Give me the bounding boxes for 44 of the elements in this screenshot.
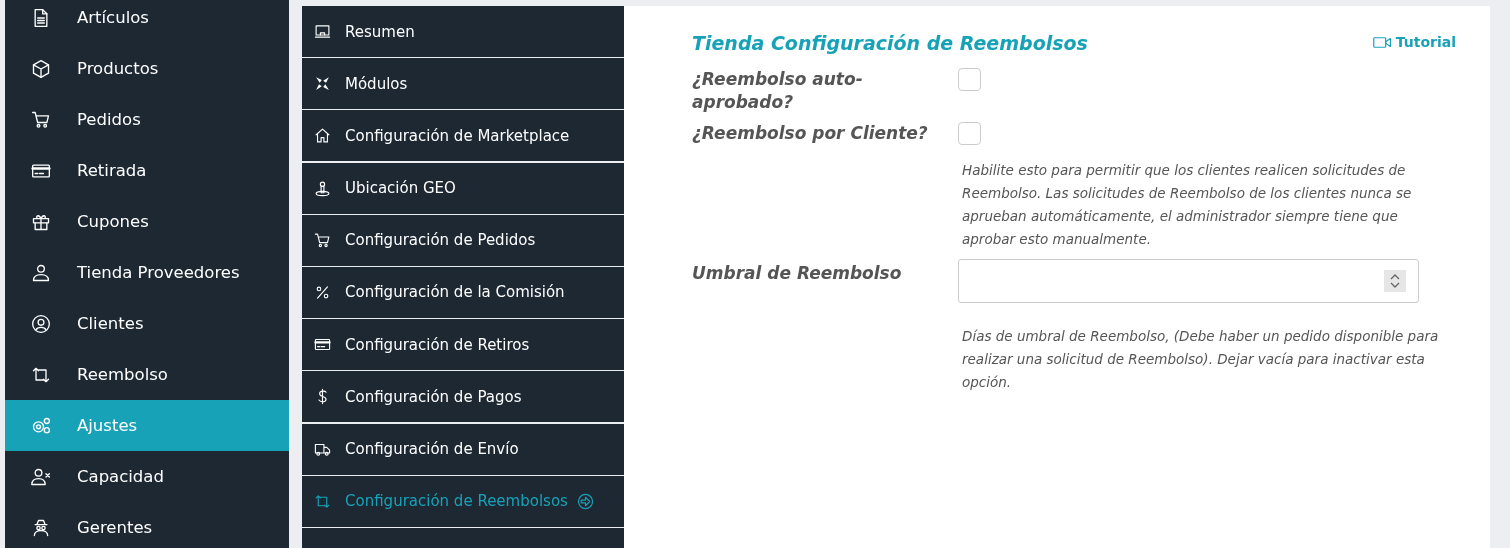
menu-item[interactable]: Módulos [302, 58, 624, 110]
sidebar-item[interactable]: Clientes [5, 298, 289, 349]
menu-item[interactable]: Configuración de la Comisión [302, 266, 624, 318]
help-text: Habilite esto para permitir que los clientes realicen solicitudes de Reembolso. Las solicitudes de Reembolso de los clientes nunca se aprueban automáticamente, el administrador siempre tiene que aprobar esto manualmente. [962, 161, 1413, 249]
cart-icon [31, 109, 51, 130]
arrow-circle-icon [576, 492, 594, 510]
cube-icon [31, 58, 51, 79]
menu-item[interactable]: Configuración de Envío [302, 423, 624, 475]
menu-item[interactable]: Ubicación GEO [302, 162, 624, 214]
field-label: Umbral de Reembolso [692, 262, 903, 285]
sidebar-item[interactable]: Retirada [5, 145, 289, 196]
percent-icon [314, 283, 331, 301]
sidebar-item[interactable]: Artículos [5, 0, 289, 43]
sidebar-item[interactable]: Pedidos [5, 94, 289, 145]
sidebar-item[interactable]: Cupones [5, 196, 289, 247]
help-text: Días de umbral de Reembolso, (Debe haber un pedido disponible para realizar una solicitud de Reembolso). Dejar vacía para inactivar esta opción. [962, 327, 1440, 392]
person-icon [31, 262, 51, 283]
arrows-icon [314, 492, 331, 510]
house-icon [314, 127, 331, 145]
menu-item[interactable]: Resumen [302, 6, 624, 57]
field-label: ¿Reembolso por Cliente? [692, 122, 929, 145]
page-title: Tienda Configuración de Reembolsos [692, 32, 1088, 54]
sidebar-item[interactable]: Productos [5, 43, 289, 94]
menu-item[interactable]: Configuración de Reembolsos [302, 475, 624, 527]
sidebar-item[interactable]: Gerentes [5, 502, 289, 548]
checkbox[interactable] [958, 122, 981, 145]
field-label: ¿Reembolso auto-aprobado? [692, 68, 864, 114]
spy-icon [31, 517, 51, 538]
laptop-icon [314, 23, 331, 40]
menu-item[interactable]: Configuración de Pagos [302, 371, 624, 423]
menu-item[interactable]: Configuración de Marketplace [302, 110, 624, 162]
menu-item[interactable]: Configuración de Retiros [302, 319, 624, 371]
sidebar-item[interactable]: Capacidad [5, 451, 289, 502]
number-field[interactable] [958, 259, 1419, 303]
location-pin-icon [314, 179, 331, 197]
cart-icon [314, 231, 331, 249]
person-circle-icon [31, 313, 51, 334]
checkbox[interactable] [958, 68, 981, 91]
video-camera-icon [1372, 35, 1392, 49]
menu-item[interactable]: Configuración de Pedidos [302, 214, 624, 266]
sidebar-item[interactable]: Tienda Proveedores [5, 247, 289, 298]
sidebar-item[interactable]: Reembolso [5, 349, 289, 400]
spinner-icon[interactable] [1384, 270, 1406, 292]
person-remove-icon [31, 466, 51, 487]
